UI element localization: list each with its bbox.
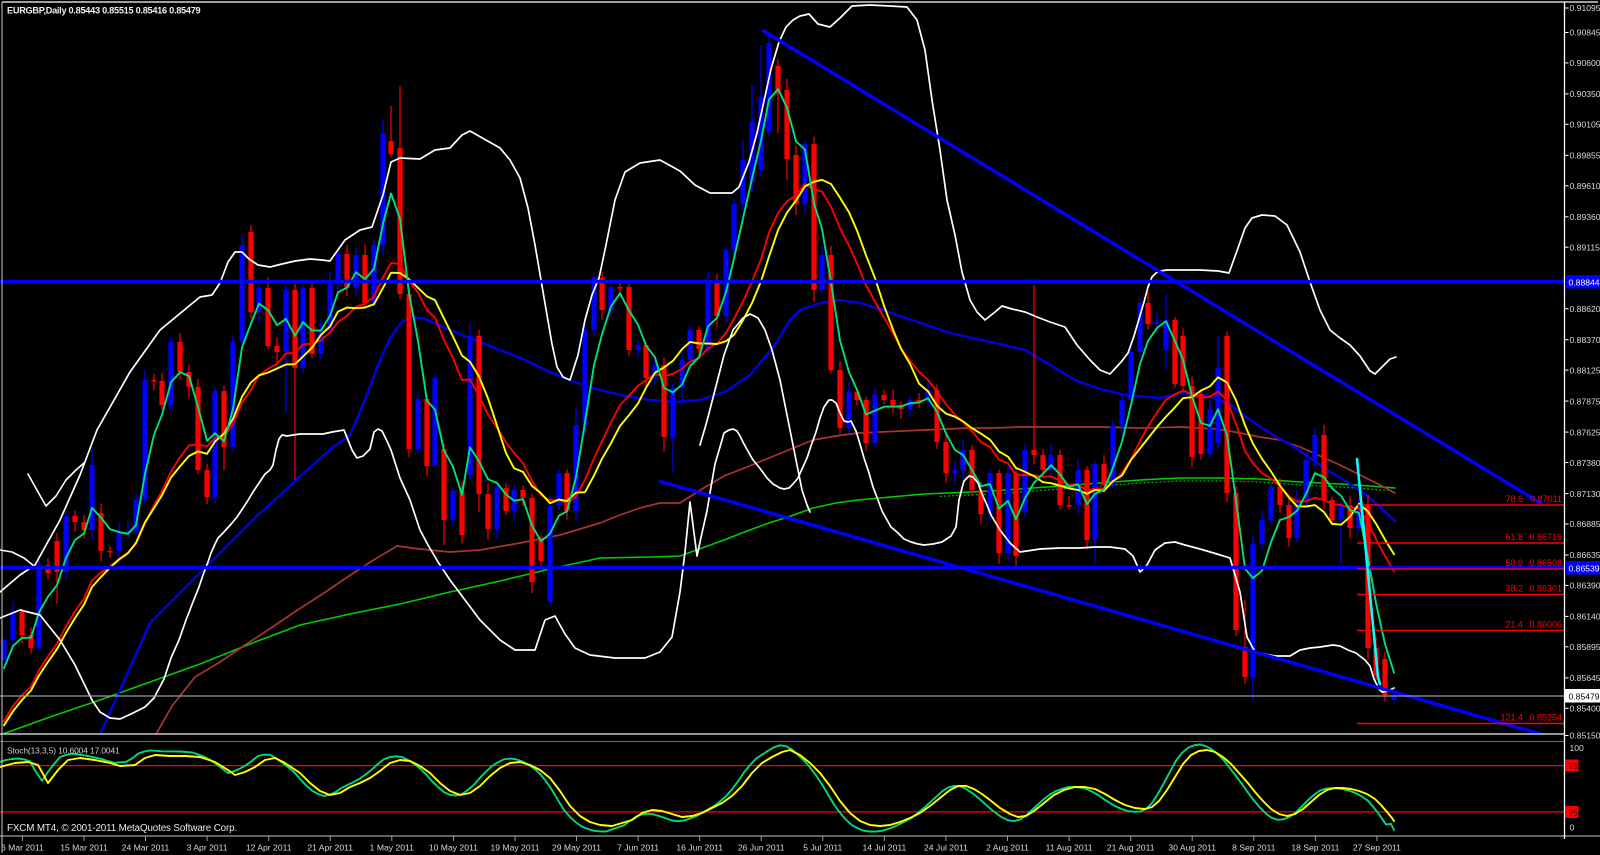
svg-text:75: 75 (1569, 761, 1579, 771)
svg-text:2 Aug 2011: 2 Aug 2011 (986, 843, 1029, 853)
svg-text:0.89115: 0.89115 (1570, 242, 1600, 252)
svg-text:100: 100 (1570, 743, 1585, 753)
svg-text:0: 0 (1570, 823, 1575, 833)
svg-text:0.91095: 0.91095 (1570, 3, 1600, 13)
svg-text:26 Jun 2011: 26 Jun 2011 (738, 843, 785, 853)
svg-text:5 Jul 2011: 5 Jul 2011 (803, 843, 842, 853)
svg-text:0.88125: 0.88125 (1570, 365, 1600, 375)
svg-text:0.88844: 0.88844 (1569, 278, 1600, 288)
svg-text:0.86508: 0.86508 (1529, 558, 1562, 568)
svg-text:0.85254: 0.85254 (1529, 713, 1562, 723)
svg-text:38.2: 38.2 (1505, 584, 1523, 594)
svg-text:25: 25 (1569, 808, 1579, 818)
svg-text:3 Apr 2011: 3 Apr 2011 (187, 843, 228, 853)
svg-text:0.85400: 0.85400 (1570, 704, 1600, 714)
svg-text:7 Jun 2011: 7 Jun 2011 (617, 843, 659, 853)
svg-text:0.85150: 0.85150 (1570, 731, 1600, 741)
svg-text:0.86301: 0.86301 (1529, 584, 1562, 594)
svg-text:0.88620: 0.88620 (1570, 304, 1600, 314)
svg-text:10 May 2011: 10 May 2011 (429, 843, 478, 853)
svg-text:FXCM MT4, © 2001-2011 MetaQuot: FXCM MT4, © 2001-2011 MetaQuotes Softwar… (7, 823, 237, 834)
svg-text:16 Jun 2011: 16 Jun 2011 (676, 843, 723, 853)
svg-text:0.89360: 0.89360 (1570, 212, 1600, 222)
svg-text:0.86140: 0.86140 (1570, 612, 1600, 622)
svg-text:0.87625: 0.87625 (1570, 427, 1600, 437)
svg-text:0.87380: 0.87380 (1570, 458, 1600, 468)
svg-text:21 Apr 2011: 21 Apr 2011 (307, 843, 353, 853)
svg-text:24 Mar 2011: 24 Mar 2011 (122, 843, 170, 853)
svg-text:121.4: 121.4 (1500, 713, 1523, 723)
svg-text:0.87875: 0.87875 (1570, 396, 1600, 406)
svg-text:11 Aug 2011: 11 Aug 2011 (1046, 843, 1093, 853)
svg-text:19 May 2011: 19 May 2011 (490, 843, 539, 853)
svg-text:18 Sep 2011: 18 Sep 2011 (1291, 843, 1339, 853)
svg-text:12 Apr 2011: 12 Apr 2011 (246, 843, 292, 853)
svg-text:EURGBP,Daily 0.85443 0.85515: EURGBP,Daily 0.85443 0.85515 0.85416 0.8… (7, 6, 201, 16)
svg-text:0.85895: 0.85895 (1570, 642, 1600, 652)
svg-text:29 May 2011: 29 May 2011 (552, 843, 601, 853)
svg-text:0.86539: 0.86539 (1569, 564, 1600, 574)
svg-text:6 Mar 2011: 6 Mar 2011 (1, 843, 44, 853)
svg-text:15 Mar 2011: 15 Mar 2011 (60, 843, 108, 853)
svg-text:61.8: 61.8 (1505, 532, 1523, 542)
svg-text:21.4: 21.4 (1505, 620, 1523, 630)
svg-text:30 Aug 2011: 30 Aug 2011 (1168, 843, 1216, 853)
svg-text:0.85479: 0.85479 (1569, 692, 1600, 702)
svg-text:24 Jul 2011: 24 Jul 2011 (924, 843, 968, 853)
svg-text:0.86006: 0.86006 (1529, 620, 1562, 630)
svg-text:21 Aug 2011: 21 Aug 2011 (1107, 843, 1155, 853)
svg-text:0.88370: 0.88370 (1570, 335, 1600, 345)
svg-text:0.89610: 0.89610 (1570, 181, 1600, 191)
svg-text:0.87011: 0.87011 (1530, 494, 1562, 504)
svg-text:14 Jul 2011: 14 Jul 2011 (862, 843, 906, 853)
svg-text:0.86390: 0.86390 (1570, 581, 1600, 591)
svg-text:1 May 2011: 1 May 2011 (370, 843, 414, 853)
svg-text:0.86716: 0.86716 (1529, 532, 1562, 542)
svg-text:0.85645: 0.85645 (1570, 673, 1600, 683)
svg-text:0.87130: 0.87130 (1570, 489, 1600, 499)
svg-text:0.90105: 0.90105 (1570, 120, 1600, 130)
svg-text:0.90845: 0.90845 (1570, 28, 1600, 38)
svg-text:50.0: 50.0 (1505, 558, 1523, 568)
svg-text:Stoch(13,3,5) 10.6004 17.0041: Stoch(13,3,5) 10.6004 17.0041 (7, 746, 120, 756)
svg-text:0.90600: 0.90600 (1570, 58, 1600, 68)
svg-text:78.6: 78.6 (1505, 494, 1523, 504)
svg-text:0.89855: 0.89855 (1570, 151, 1600, 161)
svg-text:0.86635: 0.86635 (1570, 550, 1600, 560)
svg-text:8 Sep 2011: 8 Sep 2011 (1232, 843, 1276, 853)
svg-text:0.86885: 0.86885 (1570, 519, 1600, 529)
svg-text:0.90350: 0.90350 (1570, 89, 1600, 99)
svg-text:27 Sep 2011: 27 Sep 2011 (1353, 843, 1401, 853)
